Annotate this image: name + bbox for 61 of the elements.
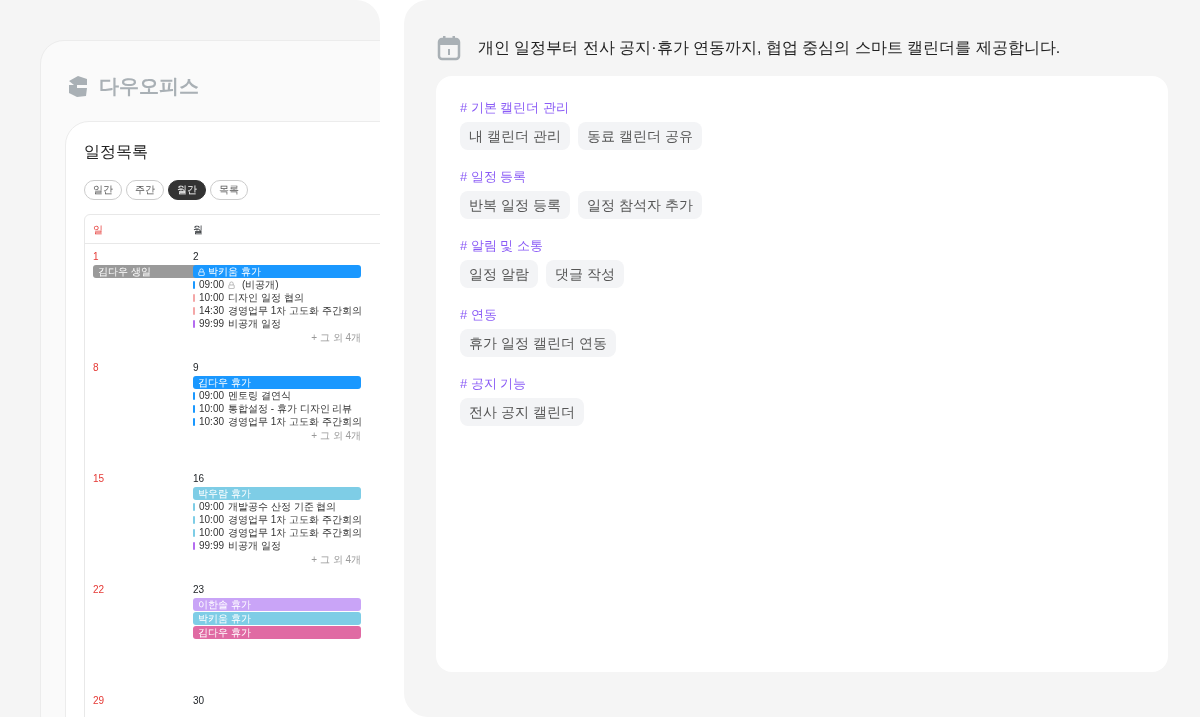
event-time: 09:00 xyxy=(199,278,225,291)
event-title: 비공개 일정 xyxy=(228,317,281,330)
date-number: 22 xyxy=(93,584,105,595)
date-number: 16 xyxy=(193,473,205,484)
event-bar: 김다우 휴가 xyxy=(193,376,361,389)
panel-title: 일정목록 xyxy=(84,142,149,162)
date-number: 30 xyxy=(193,695,205,706)
event-title: 개발공수 산정 기준 협의 xyxy=(228,500,337,513)
date-number: 15 xyxy=(93,473,105,484)
date-number: 2 xyxy=(193,251,199,262)
weekday-header: 월 xyxy=(193,223,203,235)
event-time: 10:00 xyxy=(199,291,225,304)
event-bar: 박키움 휴가 xyxy=(193,612,361,625)
event-time: 99:99 xyxy=(199,539,225,552)
feature-tag: 댓글 작성 xyxy=(545,260,624,288)
event-time: 10:00 xyxy=(199,513,225,526)
feature-tag: 전사 공지 캘린더 xyxy=(460,398,584,426)
view-tab[interactable]: 목록 xyxy=(210,180,248,200)
event-title: 경영업무 1차 고도화 주간회의 xyxy=(228,304,362,317)
event-bar: 김다우 휴가 xyxy=(193,626,361,639)
event-title: 디자인 일정 협의 xyxy=(228,291,304,304)
event-bar: 박우람 휴가 xyxy=(193,487,361,500)
event-title: 경영업무 1차 고도화 주간회의 xyxy=(228,415,362,428)
calendar-icon xyxy=(436,34,462,62)
date-number: 1 xyxy=(93,251,99,262)
event-time: 10:00 xyxy=(199,402,225,415)
section-heading: # 알림 및 소통 xyxy=(460,238,544,253)
event-time: 99:99 xyxy=(199,317,225,330)
section-heading: # 연동 xyxy=(460,307,497,322)
event-time: 14:30 xyxy=(199,304,225,317)
weekday-header: 일 xyxy=(93,223,103,235)
feature-tag: 일정 참석자 추가 xyxy=(577,191,702,219)
feature-tag: 동료 캘린더 공유 xyxy=(577,122,702,150)
event-time: 09:00 xyxy=(199,500,225,513)
event-title: 멘토링 결연식 xyxy=(228,389,291,402)
section-heading: # 일정 등록 xyxy=(460,169,527,184)
event-time: 10:30 xyxy=(199,415,225,428)
event-title: (비공개) xyxy=(242,278,279,291)
view-tab[interactable]: 월간 xyxy=(168,180,206,200)
event-bar: 이한솔 휴가 xyxy=(193,598,361,611)
section-heading: # 기본 캘린더 관리 xyxy=(460,100,570,115)
event-title: 비공개 일정 xyxy=(228,539,281,552)
event-time: 10:00 xyxy=(199,526,225,539)
date-number: 23 xyxy=(193,584,205,595)
event-time: 09:00 xyxy=(199,389,225,402)
view-tab[interactable]: 주간 xyxy=(126,180,164,200)
view-tab[interactable]: 일간 xyxy=(84,180,122,200)
event-bar: 박키움 휴가 xyxy=(193,265,361,278)
date-number: 29 xyxy=(93,695,105,706)
feature-tag: 일정 알람 xyxy=(460,260,538,288)
feature-tag: 내 캘린더 관리 xyxy=(460,122,570,150)
date-number: 9 xyxy=(193,362,199,373)
section-heading: # 공지 기능 xyxy=(460,376,527,391)
event-title: 통합설정 - 휴가 디자인 리뷰 xyxy=(228,402,353,415)
date-number: 8 xyxy=(93,362,99,373)
logo-text: 다우오피스 xyxy=(99,74,199,99)
headline: 개인 일정부터 전사 공지·휴가 연동까지, 협업 중심의 스마트 캘린더를 제공합니다. xyxy=(478,38,1061,58)
event-title: 경영업무 1차 고도화 주간회의 xyxy=(228,513,362,526)
event-title: 경영업무 1차 고도화 주간회의 xyxy=(228,526,362,539)
feature-tag: 반복 일정 등록 xyxy=(460,191,570,219)
feature-tag: 휴가 일정 캘린더 연동 xyxy=(460,329,616,357)
